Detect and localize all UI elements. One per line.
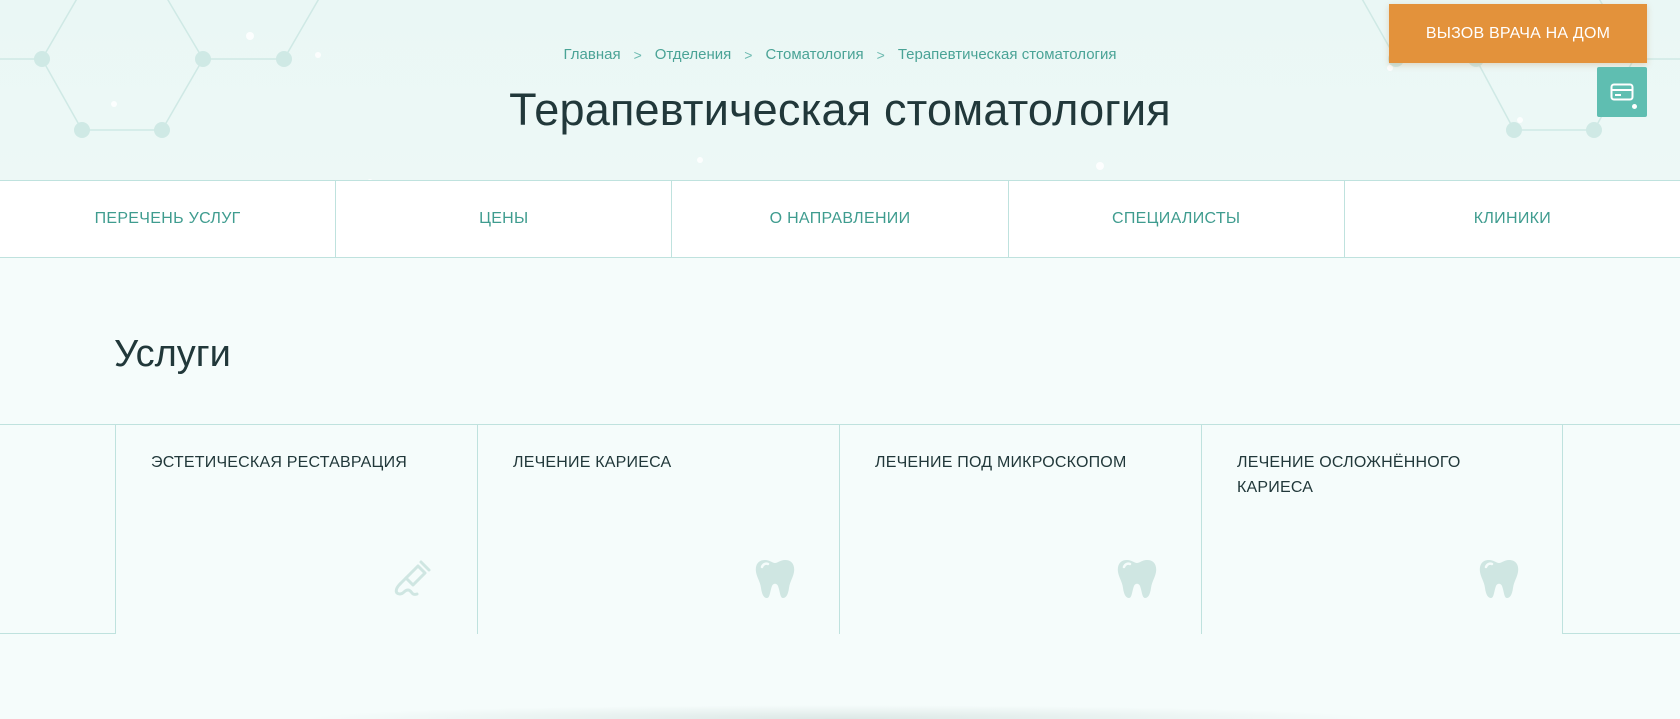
service-card[interactable]: ЭСТЕТИЧЕСКАЯ РЕСТАВРАЦИЯ — [115, 425, 477, 634]
breadcrumb-item-dentistry[interactable]: Стоматология — [765, 46, 863, 63]
credit-card-icon — [1610, 83, 1634, 101]
tooth-icon — [1479, 560, 1519, 598]
call-doctor-home-button[interactable]: ВЫЗОВ ВРАЧА НА ДОМ — [1389, 4, 1647, 63]
page-title: Терапевтическая стоматология — [509, 84, 1171, 135]
service-card[interactable]: ЛЕЧЕНИЕ КАРИЕСА — [477, 425, 839, 634]
dental-drill-icon — [394, 560, 431, 596]
service-card[interactable]: ЛЕЧЕНИЕ ОСЛОЖНЁННОГО КАРИЕСА — [1201, 425, 1563, 634]
payment-card-button[interactable] — [1597, 67, 1647, 117]
service-name: ЛЕЧЕНИЕ КАРИЕСА — [513, 454, 672, 471]
breadcrumb-item-current[interactable]: Терапевтическая стоматология — [898, 46, 1117, 63]
breadcrumb-separator: > — [876, 46, 885, 63]
service-name: ЭСТЕТИЧЕСКАЯ РЕСТАВРАЦИЯ — [151, 454, 408, 471]
tooth-icon — [1117, 560, 1157, 598]
tab-clinics[interactable]: КЛИНИКИ — [1345, 181, 1680, 257]
section-tabs: ПЕРЕЧЕНЬ УСЛУГ ЦЕНЫ О НАПРАВЛЕНИИ СПЕЦИА… — [0, 181, 1680, 258]
tab-prices[interactable]: ЦЕНЫ — [336, 181, 673, 257]
breadcrumb-separator: > — [744, 46, 753, 63]
services-heading: Услуги — [114, 333, 231, 375]
services-grid: ЭСТЕТИЧЕСКАЯ РЕСТАВРАЦИЯ ЛЕЧЕНИЕ КАРИЕСА… — [0, 424, 1680, 634]
breadcrumb-separator: > — [633, 46, 642, 63]
service-name: ЛЕЧЕНИЕ ПОД МИКРОСКОПОМ — [875, 454, 1127, 471]
tab-about[interactable]: О НАПРАВЛЕНИИ — [672, 181, 1009, 257]
breadcrumb-item-home[interactable]: Главная — [563, 46, 620, 63]
tab-specialists[interactable]: СПЕЦИАЛИСТЫ — [1009, 181, 1345, 257]
footer-shadow — [300, 705, 1380, 719]
service-card[interactable]: ЛЕЧЕНИЕ ПОД МИКРОСКОПОМ — [839, 425, 1201, 634]
tab-services-list[interactable]: ПЕРЕЧЕНЬ УСЛУГ — [0, 181, 337, 257]
notification-dot — [1632, 104, 1637, 109]
service-name: ЛЕЧЕНИЕ ОСЛОЖНЁННОГО КАРИЕСА — [1237, 454, 1461, 496]
breadcrumb-item-departments[interactable]: Отделения — [655, 46, 732, 63]
grid-divider — [1562, 425, 1563, 634]
tooth-icon — [755, 560, 795, 598]
